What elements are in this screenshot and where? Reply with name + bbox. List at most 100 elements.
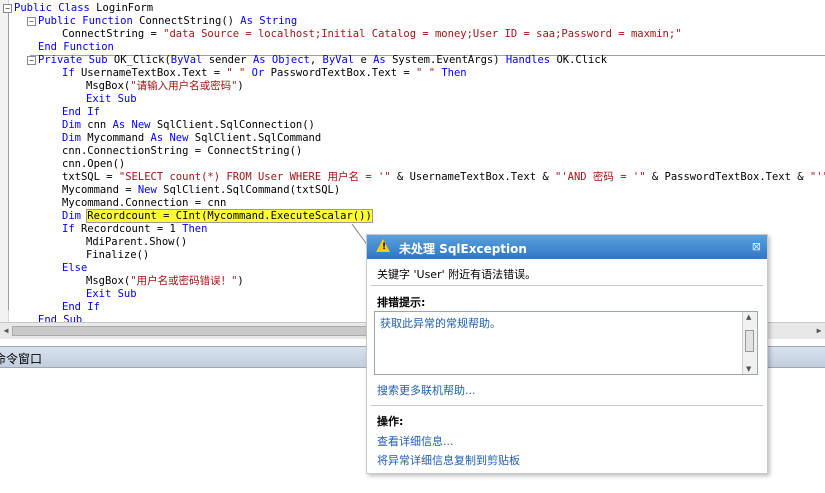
code-token: Else <box>62 262 88 274</box>
code-token: PasswordTextBox.Text = <box>270 67 417 79</box>
general-help-link[interactable]: 获取此异常的常规帮助。 <box>380 315 501 331</box>
view-detail-link[interactable]: 查看详细信息... <box>377 433 454 449</box>
code-token: , <box>309 54 323 66</box>
code-token: SqlClient.SqlConnection() <box>150 119 315 131</box>
code-line[interactable]: Public Function ConnectString() As Strin… <box>38 15 297 28</box>
copy-exception-link[interactable]: 将异常详细信息复制到剪贴板 <box>377 452 520 468</box>
troubleshooting-tips-list[interactable]: 获取此异常的常规帮助。 ▲ ▼ <box>374 311 758 375</box>
code-token: "'AND 密码 = '" <box>555 171 646 183</box>
code-token: Dim <box>62 132 81 144</box>
fold-guide <box>8 10 9 310</box>
exception-title: 未处理 SqlException <box>399 242 527 256</box>
collapse-class-icon[interactable]: − <box>3 4 12 13</box>
code-line[interactable]: Exit Sub <box>86 288 137 301</box>
code-token: Dim <box>62 210 81 222</box>
code-line[interactable]: Public Class LoginForm <box>14 2 153 15</box>
tips-scroll-thumb[interactable] <box>745 330 754 352</box>
code-line[interactable]: Finalize() <box>86 249 149 262</box>
code-line[interactable]: Dim cnn As New SqlClient.SqlConnection() <box>62 119 315 132</box>
code-line[interactable]: Exit Sub <box>86 93 137 106</box>
scroll-left-icon[interactable]: ◀ <box>1 325 11 337</box>
code-token: LoginForm <box>89 2 154 14</box>
code-token: MsgBox( <box>86 80 131 92</box>
code-line[interactable]: End If <box>62 301 100 314</box>
tips-scrollbar[interactable]: ▲ ▼ <box>742 312 757 374</box>
code-token: End Function <box>38 41 114 53</box>
scroll-down-icon[interactable]: ▼ <box>746 365 751 373</box>
divider <box>371 405 763 406</box>
code-token: New <box>137 184 157 196</box>
code-line[interactable]: txtSQL = "SELECT count(*) FROM User WHER… <box>62 171 825 184</box>
collapse-function-icon[interactable]: − <box>27 17 36 26</box>
code-line[interactable]: Dim Mycommand As New SqlClient.SqlComman… <box>62 132 321 145</box>
search-online-help-link[interactable]: 搜索更多联机帮助... <box>377 382 476 398</box>
code-token: " " <box>416 67 436 79</box>
horizontal-scroll-thumb[interactable] <box>12 326 372 336</box>
exception-title-bar: ! 未处理 SqlException ⊠ <box>367 235 767 259</box>
code-token: ) <box>237 275 244 287</box>
code-token: SqlClient.SqlCommand <box>188 132 322 144</box>
code-token: OK.Click <box>550 54 608 66</box>
code-token: e <box>354 54 374 66</box>
code-token: Or <box>245 67 271 79</box>
exception-message: 关键字 'User' 附近有语法错误。 <box>377 268 537 281</box>
code-token: ) <box>237 80 244 92</box>
code-token: As String <box>240 15 298 27</box>
code-line[interactable]: cnn.Open() <box>62 158 125 171</box>
code-token: As New <box>150 132 189 144</box>
code-token: Exit Sub <box>86 288 137 300</box>
code-line[interactable]: If UsernameTextBox.Text = " " Or Passwor… <box>62 67 467 80</box>
code-token: Finalize() <box>86 249 150 261</box>
code-token: ByVal <box>322 54 355 66</box>
code-token: MsgBox( <box>86 275 131 287</box>
code-token: Public Class <box>14 2 90 14</box>
code-token: Public Function <box>38 15 133 27</box>
code-token: ConnectString = <box>62 28 164 40</box>
scroll-right-icon[interactable]: ▶ <box>814 325 824 337</box>
code-line[interactable]: Private Sub OK_Click(ByVal sender As Obj… <box>38 54 607 67</box>
code-line[interactable]: End Function <box>38 41 114 54</box>
code-line[interactable]: cnn.ConnectionString = ConnectString() <box>62 145 302 158</box>
scroll-up-icon[interactable]: ▲ <box>746 313 751 321</box>
code-token: If <box>62 223 75 235</box>
code-token: Dim <box>62 119 81 131</box>
code-token: Then <box>182 223 208 235</box>
code-token: As New <box>112 119 151 131</box>
code-token: "用户名或密码错误！" <box>130 275 238 287</box>
code-line[interactable]: MsgBox("请输入用户名或密码") <box>86 80 244 93</box>
code-line[interactable]: ConnectString = "data Source = localhost… <box>62 28 682 41</box>
code-token: Mycommand.Connection = cnn <box>62 197 227 209</box>
code-token: Private Sub <box>38 54 108 66</box>
warning-icon: ! <box>376 239 390 252</box>
code-line[interactable]: If Recordcount = 1 Then <box>62 223 207 236</box>
code-token: ByVal <box>170 54 203 66</box>
code-token: SqlClient.SqlCommand(txtSQL) <box>156 184 341 196</box>
code-line[interactable]: MdiParent.Show() <box>86 236 187 249</box>
code-line[interactable]: End If <box>62 106 100 119</box>
close-icon[interactable]: ⊠ <box>752 240 761 253</box>
code-token: Mycommand <box>80 132 151 144</box>
code-line[interactable]: MsgBox("用户名或密码错误！") <box>86 275 244 288</box>
code-line[interactable]: Mycommand = New SqlClient.SqlCommand(txt… <box>62 184 340 197</box>
code-token: cnn.Open() <box>62 158 126 170</box>
tips-heading: 排错提示: <box>377 296 426 309</box>
exception-assistant: ! 未处理 SqlException ⊠ 关键字 'User' 附近有语法错误。… <box>366 234 768 474</box>
code-token: sender <box>202 54 253 66</box>
code-token: "'" <box>809 171 825 183</box>
code-token: End Sub <box>38 314 83 322</box>
code-token: Mycommand = <box>62 184 138 196</box>
collapse-sub-icon[interactable]: − <box>27 56 36 65</box>
code-token: "请输入用户名或密码" <box>130 80 238 92</box>
code-token: If <box>62 67 75 79</box>
code-token: End If <box>62 301 100 313</box>
code-line[interactable]: Dim Recordcount = CInt(Mycommand.Execute… <box>62 209 373 223</box>
code-line[interactable]: Mycommand.Connection = cnn <box>62 197 226 210</box>
code-token: System.EventArgs) <box>385 54 506 66</box>
code-line[interactable]: Else <box>62 262 87 275</box>
code-token: "data Source = localhost;Initial Catalog… <box>163 28 682 40</box>
divider <box>371 285 763 286</box>
actions-heading: 操作: <box>377 415 404 428</box>
code-token: cnn.ConnectionString = ConnectString() <box>62 145 303 157</box>
code-line[interactable]: End Sub <box>38 314 82 322</box>
code-token: End If <box>62 106 100 118</box>
